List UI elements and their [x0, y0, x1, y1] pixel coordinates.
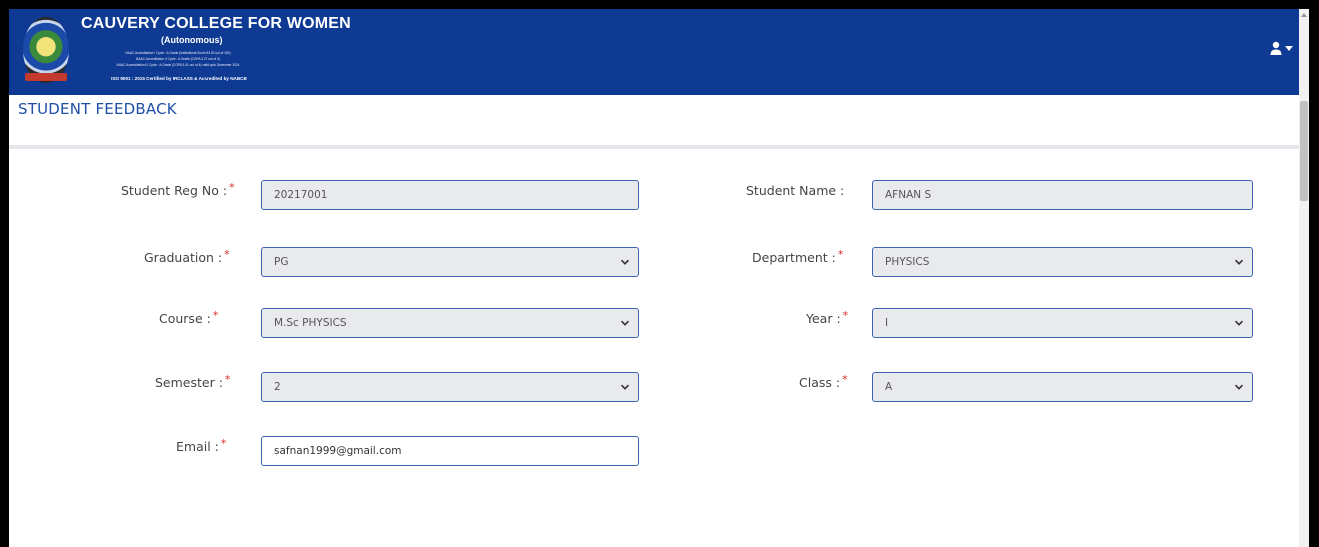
course-select[interactable]: M.Sc PHYSICS [261, 308, 639, 338]
chevron-down-icon [1234, 384, 1244, 390]
section-divider [9, 145, 1299, 149]
email-label: Email : * [176, 437, 227, 454]
college-name: CAUVERY COLLEGE FOR WOMEN [81, 15, 351, 32]
chevron-down-icon [620, 259, 630, 265]
year-label: Year : * [806, 309, 849, 326]
scroll-up-arrow-icon[interactable] [1301, 13, 1307, 17]
accreditation-line-1: NAAC Accreditation I Cycle : A Grade (In… [125, 51, 231, 55]
caret-down-icon [1285, 46, 1293, 51]
department-label: Department : * [752, 248, 844, 265]
chevron-down-icon [620, 384, 630, 390]
page-title: STUDENT FEEDBACK [18, 100, 177, 118]
course-label: Course : * [159, 309, 219, 326]
course-value: M.Sc PHYSICS [274, 317, 347, 329]
iso-certification-line: ISO 9001 : 2015 Certified by IRCLASS & A… [111, 76, 247, 81]
department-select[interactable]: PHYSICS [872, 247, 1253, 277]
semester-value: 2 [274, 381, 281, 393]
semester-label: Semester : * [155, 373, 231, 390]
reg-no-label: Student Reg No : * [121, 181, 235, 198]
class-select[interactable]: A [872, 372, 1253, 402]
scroll-thumb[interactable] [1300, 101, 1308, 201]
chevron-down-icon [620, 320, 630, 326]
header-bar: CAUVERY COLLEGE FOR WOMEN (Autonomous) N… [9, 9, 1299, 95]
graduation-label: Graduation : * [144, 248, 230, 265]
student-name-label: Student Name : [746, 183, 845, 198]
accreditation-line-3: NAAC Accreditation III Cycle : A Grade (… [116, 63, 240, 67]
app-window: CAUVERY COLLEGE FOR WOMEN (Autonomous) N… [9, 9, 1309, 547]
user-menu-button[interactable] [1269, 39, 1295, 59]
student-name-field[interactable]: AFNAN S [872, 180, 1253, 210]
graduation-value: PG [274, 256, 289, 268]
year-value: I [885, 317, 889, 329]
logo-ribbon [25, 73, 67, 81]
year-select[interactable]: I [872, 308, 1253, 338]
class-value: A [885, 381, 893, 393]
chevron-down-icon [1234, 259, 1244, 265]
semester-select[interactable]: 2 [261, 372, 639, 402]
accreditation-line-2: NAAC Accreditation II Cycle : A Grade (C… [136, 57, 220, 61]
college-subtitle: (Autonomous) [161, 35, 223, 45]
graduation-select[interactable]: PG [261, 247, 639, 277]
vertical-scrollbar[interactable] [1299, 9, 1309, 547]
class-label: Class : * [799, 373, 848, 390]
reg-no-field[interactable]: 20217001 [261, 180, 639, 210]
department-value: PHYSICS [885, 256, 930, 268]
chevron-down-icon [1234, 320, 1244, 326]
email-field[interactable]: safnan1999@gmail.com [261, 436, 639, 466]
